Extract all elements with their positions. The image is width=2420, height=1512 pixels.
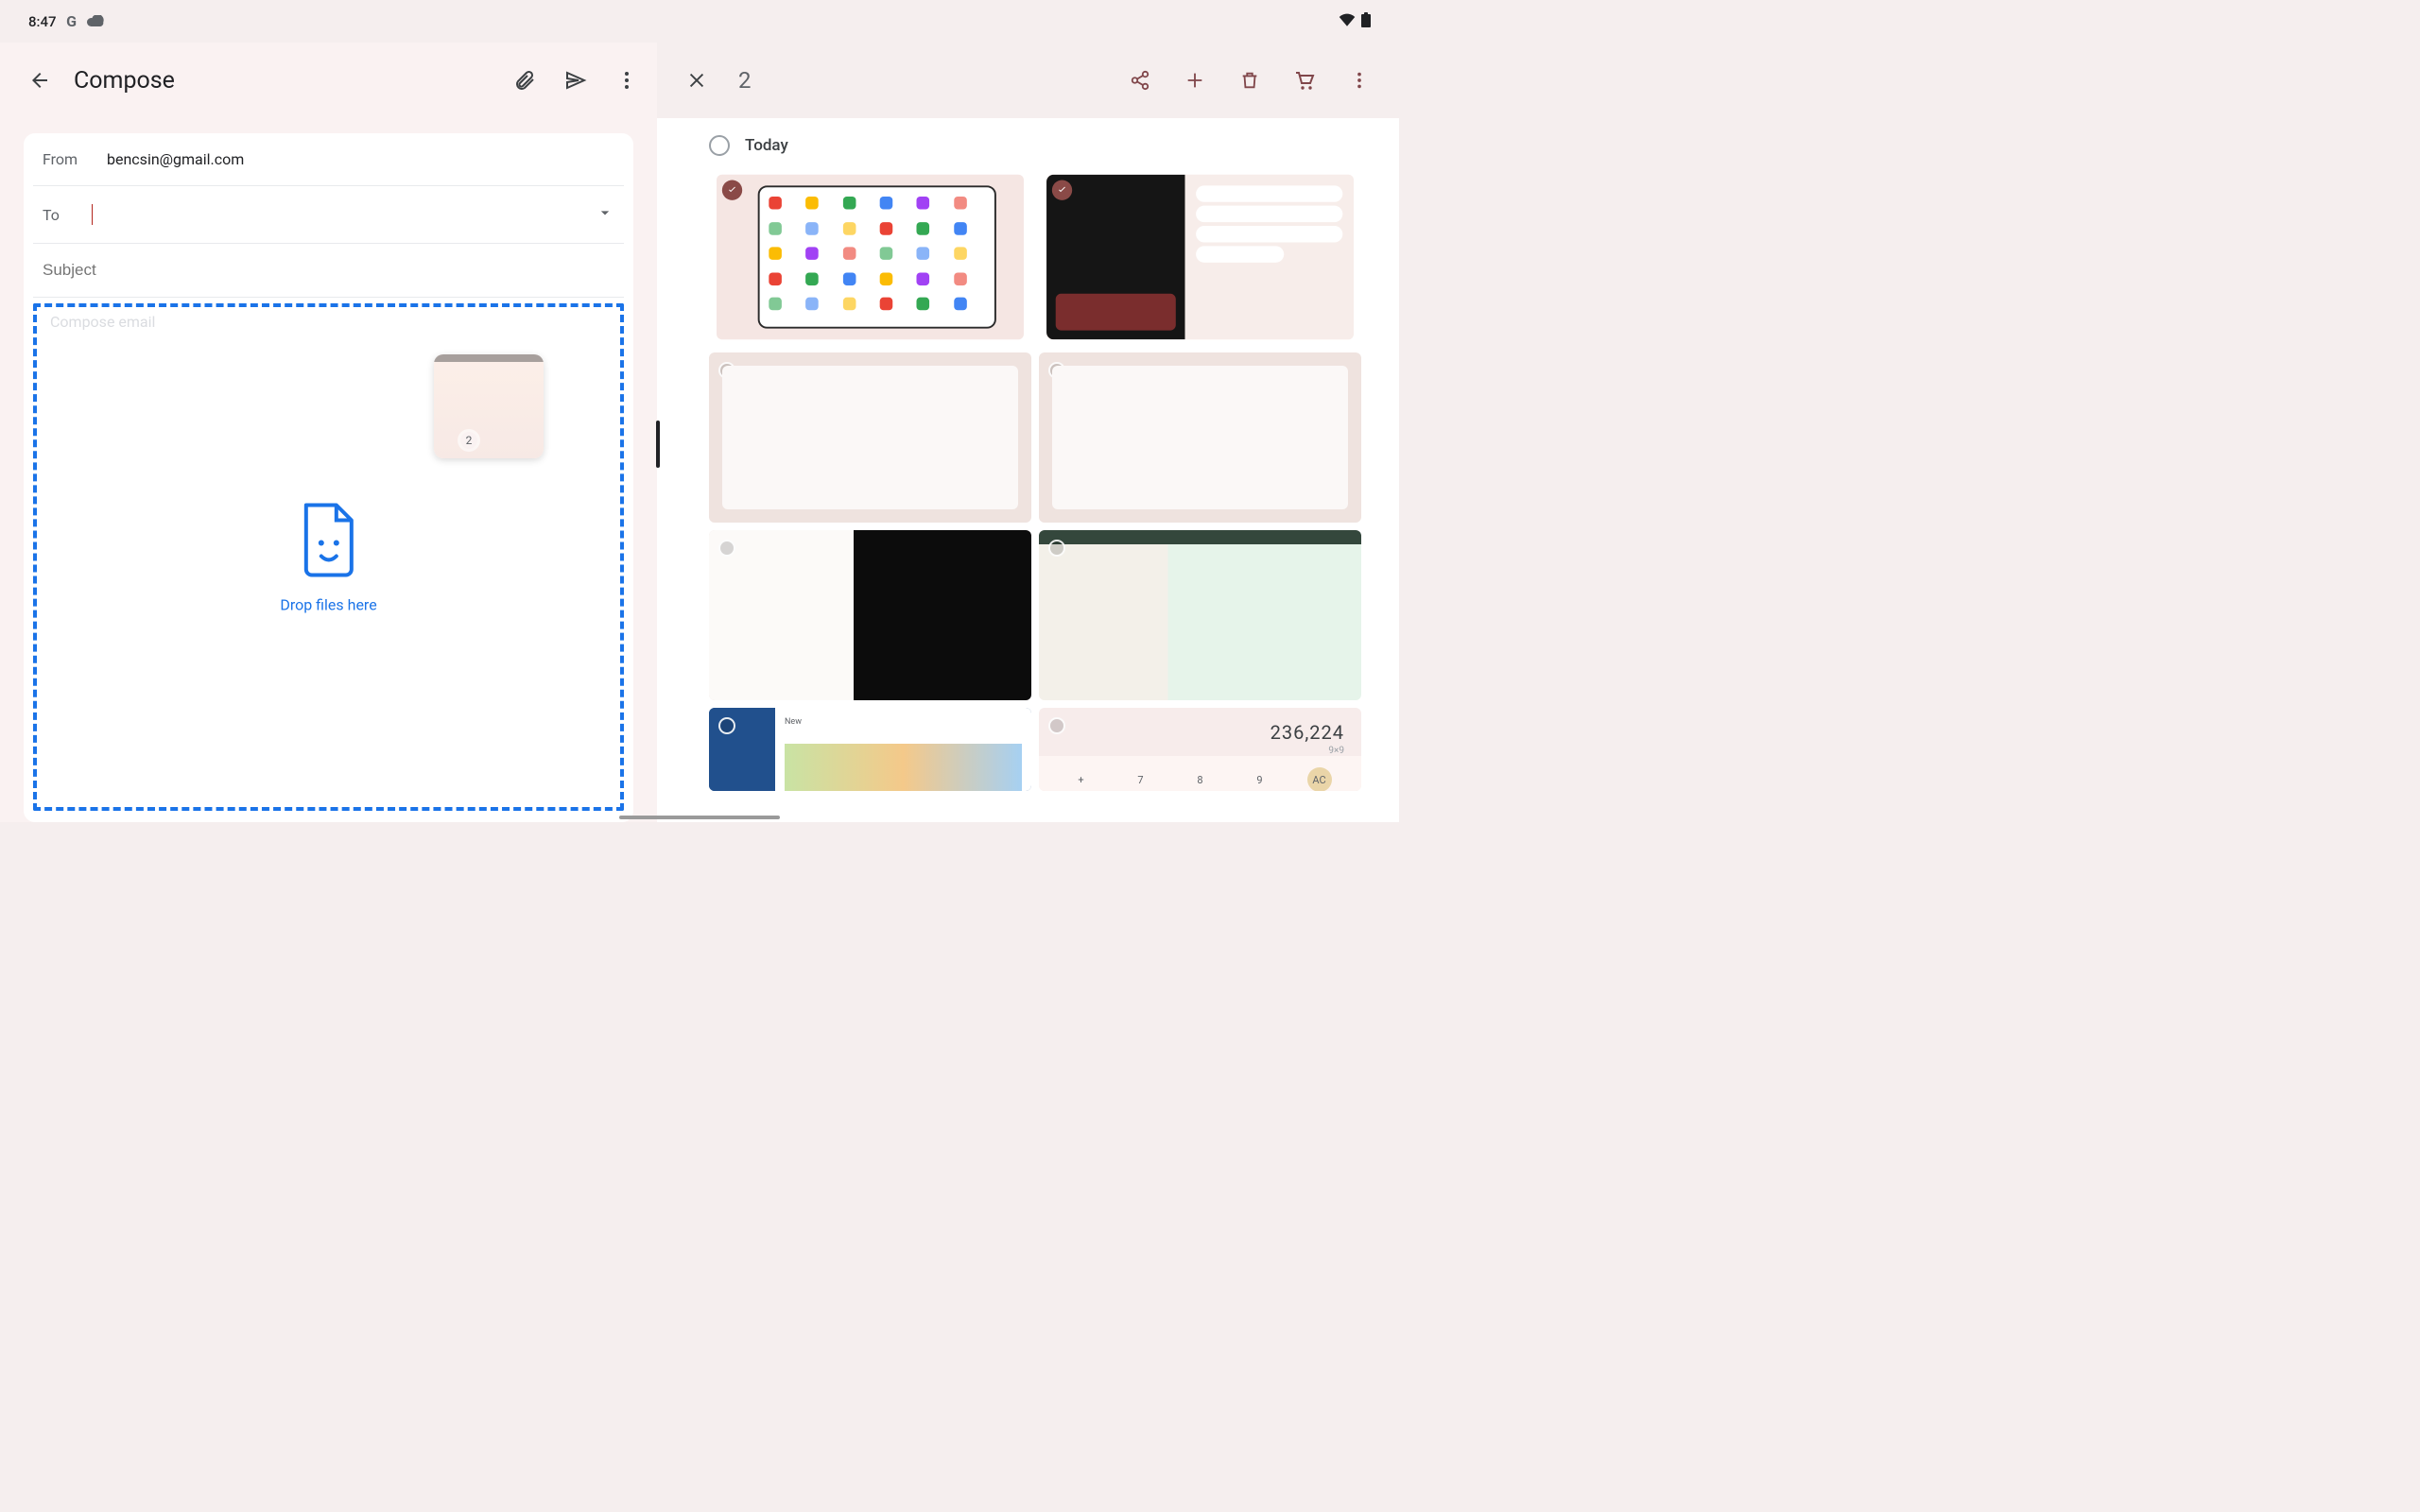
split-handle[interactable]	[656, 421, 660, 468]
photos-pane: 2 Toda	[657, 43, 1399, 822]
photo-tile[interactable]	[709, 530, 1031, 700]
photo-tile[interactable]: New	[709, 708, 1031, 791]
file-smile-icon	[298, 501, 360, 580]
select-ring[interactable]	[718, 717, 735, 734]
close-icon[interactable]	[685, 69, 708, 92]
calc-display: 236,224	[1039, 708, 1361, 746]
more-vert-icon[interactable]	[615, 69, 638, 92]
send-icon[interactable]	[564, 69, 587, 92]
select-ring[interactable]	[1048, 540, 1065, 557]
add-icon[interactable]	[1184, 69, 1206, 92]
photo-tile[interactable]	[1039, 530, 1361, 700]
photo-tile[interactable]	[1046, 175, 1354, 340]
select-ring[interactable]	[1048, 362, 1065, 379]
status-bar: 8:47 G	[0, 0, 1399, 43]
drag-count-badge: 2	[460, 432, 477, 449]
photo-tile[interactable]	[1039, 352, 1361, 523]
photo-tile[interactable]	[709, 352, 1031, 523]
wifi-icon	[1339, 12, 1356, 30]
gmail-compose-pane: Compose From bencsin@gmail.com To	[0, 43, 657, 822]
photo-grid-row: New 236,224 9×9 +789AC −456±	[709, 708, 1361, 791]
drop-zone[interactable]: Compose email Drop files here	[33, 303, 624, 811]
cart-icon[interactable]	[1293, 69, 1316, 92]
photo-tile[interactable]	[717, 175, 1024, 340]
subject-field[interactable]	[33, 244, 624, 298]
text-cursor	[92, 204, 93, 225]
status-time: 8:47	[28, 13, 57, 30]
drag-preview: 2	[434, 354, 544, 458]
subject-input[interactable]	[43, 261, 614, 280]
more-vert-icon[interactable]	[1348, 69, 1371, 92]
select-ring[interactable]	[1048, 717, 1065, 734]
photos-app-bar: 2	[657, 43, 1399, 118]
select-ring[interactable]	[718, 362, 735, 379]
photo-tile[interactable]: 236,224 9×9 +789AC −456±	[1039, 708, 1361, 791]
select-ring[interactable]	[718, 540, 735, 557]
chevron-down-icon[interactable]	[596, 203, 614, 226]
calc-sub: 9×9	[1039, 746, 1361, 756]
cloud-icon	[87, 12, 104, 30]
section-header[interactable]: Today	[709, 135, 1361, 156]
compose-title: Compose	[74, 67, 175, 94]
google-g-icon: G	[64, 14, 79, 29]
selection-count: 2	[738, 67, 752, 94]
compose-app-bar: Compose	[0, 43, 657, 118]
nav-indicator[interactable]	[619, 816, 780, 819]
select-all-ring[interactable]	[709, 135, 730, 156]
back-icon[interactable]	[28, 69, 51, 92]
from-field[interactable]: From bencsin@gmail.com	[33, 133, 624, 186]
attach-icon[interactable]	[513, 69, 536, 92]
from-label: From	[43, 150, 90, 168]
to-field[interactable]: To	[33, 186, 624, 244]
photo-grid	[709, 169, 1361, 700]
section-title: Today	[745, 136, 788, 155]
check-icon[interactable]	[1052, 180, 1072, 200]
photos-body: Today	[657, 118, 1399, 822]
compose-card: From bencsin@gmail.com To Compose email	[24, 133, 633, 822]
share-icon[interactable]	[1129, 69, 1151, 92]
trash-icon[interactable]	[1238, 69, 1261, 92]
to-label: To	[43, 206, 71, 224]
from-value: bencsin@gmail.com	[107, 150, 244, 168]
battery-icon	[1361, 12, 1371, 31]
drop-hint-text: Drop files here	[280, 595, 376, 613]
compose-body[interactable]: Compose email Drop files here	[29, 303, 628, 816]
body-placeholder: Compose email	[50, 313, 155, 331]
check-icon[interactable]	[722, 180, 742, 200]
